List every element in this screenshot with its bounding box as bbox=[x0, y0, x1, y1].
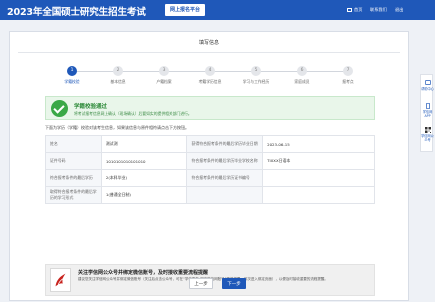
verification-hint: 下面为学历（学籍）校验对该考生信息，如果该信息与原件相符请点击下方按钮。 bbox=[45, 125, 189, 130]
step-label: 户籍档案 bbox=[156, 79, 172, 84]
success-title: 学籍校验通过 bbox=[74, 104, 108, 110]
home-icon bbox=[347, 8, 352, 12]
step-7: 7 报考点 bbox=[323, 66, 373, 85]
table-cell: 符合报考条件的最后学历 bbox=[45, 169, 102, 187]
main-panel: 填写信息 1 学籍校验 2 基本信息 3 户籍档案 4 考籍学历信息 5 学习与… bbox=[9, 31, 409, 301]
step-number: 2 bbox=[113, 66, 123, 76]
prev-button[interactable]: 上一步 bbox=[189, 278, 213, 289]
table-cell bbox=[262, 186, 375, 204]
notice-title: 关注学信网公众号并绑定微信账号，及时接收重要流程提醒 bbox=[78, 270, 209, 276]
xuexin-logo-icon bbox=[50, 268, 71, 292]
nav-logout-label: 退出 bbox=[395, 7, 404, 12]
top-header: 2023年全国硕士研究生招生考试 网上报名平台 首页 联系我们 退出 bbox=[0, 0, 435, 20]
table-cell: 获得符合报考条件的最后学历毕业日期 bbox=[186, 135, 264, 153]
panel-title: 填写信息 bbox=[198, 40, 219, 46]
help-icon bbox=[424, 80, 431, 85]
side-help-link[interactable]: 帮助中心 bbox=[421, 80, 434, 91]
side-help-label: 帮助中心 bbox=[421, 87, 434, 91]
step-number: 1 bbox=[67, 66, 77, 76]
side-app-link[interactable]: 学信网APP bbox=[421, 103, 434, 118]
side-float-bar: 帮助中心 学信网APP 学信网公众号 bbox=[420, 74, 434, 152]
table-row: 符合报考条件的最后学历 2(本科毕业) 符合报考条件的最后学历证书编号 bbox=[45, 169, 375, 187]
table-cell: 2023-06-15 bbox=[262, 135, 375, 153]
success-description: 将考试报考信息网上确认（现场确认）后要如实的提供相关部门进行。 bbox=[74, 111, 192, 116]
step-label: 学习与工作经历 bbox=[242, 79, 270, 84]
nav-logout-link[interactable]: 退出 bbox=[395, 0, 403, 20]
table-cell: TIXXX日语本 bbox=[262, 152, 375, 170]
step-3: 3 户籍档案 bbox=[139, 66, 189, 85]
step-label: 报考点 bbox=[342, 79, 354, 84]
nav-contact-link[interactable]: 联系我们 bbox=[370, 0, 387, 20]
table-cell: 2(本科毕业) bbox=[100, 169, 188, 187]
side-wechat-label: 学信网公众号 bbox=[421, 134, 434, 142]
logo-graphic bbox=[55, 273, 66, 287]
table-row: 姓名 测试测 获得符合报考条件的最后学历毕业日期 2023-06-15 bbox=[45, 135, 375, 153]
side-app-label: 学信网APP bbox=[422, 110, 433, 118]
step-6: 6 家庭成员 bbox=[277, 66, 327, 85]
student-info-table: 姓名 测试测 获得符合报考条件的最后学历毕业日期 2023-06-15 证件号码… bbox=[45, 135, 375, 204]
side-wechat-link[interactable]: 学信网公众号 bbox=[421, 127, 434, 142]
platform-badge: 网上报名平台 bbox=[165, 4, 206, 16]
table-cell bbox=[186, 186, 264, 204]
phone-icon bbox=[425, 103, 430, 109]
table-cell: 符合报考条件的最后学历毕业学校名称 bbox=[186, 152, 264, 170]
step-number: 3 bbox=[159, 66, 169, 76]
step-5: 5 学习与工作经历 bbox=[231, 66, 281, 85]
table-cell bbox=[262, 169, 375, 187]
title-divider bbox=[18, 52, 400, 53]
table-cell: 符合报考条件的最后学历证书编号 bbox=[186, 169, 264, 187]
step-label: 基本信息 bbox=[110, 79, 126, 84]
site-title: 2023年全国硕士研究生招生考试 bbox=[7, 7, 146, 18]
step-label: 家庭成员 bbox=[294, 79, 310, 84]
step-1: 1 学籍校验 bbox=[47, 66, 97, 85]
table-cell: 1(普通全日制) bbox=[100, 186, 188, 204]
step-4: 4 考籍学历信息 bbox=[185, 66, 235, 85]
step-number: 6 bbox=[297, 66, 307, 76]
nav-home-label: 首页 bbox=[354, 7, 363, 12]
nav-home-link[interactable]: 首页 bbox=[347, 0, 362, 20]
step-number: 4 bbox=[205, 66, 215, 76]
table-cell: 取得符合报考条件的最后学历的学习形式 bbox=[45, 186, 102, 204]
step-label: 考籍学历信息 bbox=[198, 79, 222, 84]
table-cell: 1010101010101010 bbox=[100, 152, 188, 170]
step-number: 5 bbox=[251, 66, 261, 76]
nav-contact-label: 联系我们 bbox=[370, 7, 387, 12]
table-row: 证件号码 1010101010101010 符合报考条件的最后学历毕业学校名称 … bbox=[45, 152, 375, 170]
table-cell: 证件号码 bbox=[45, 152, 102, 170]
verification-success-box: 学籍校验通过 将考试报考信息网上确认（现场确认）后要如实的提供相关部门进行。 bbox=[45, 96, 375, 120]
step-label: 学籍校验 bbox=[64, 79, 80, 84]
table-row: 取得符合报考条件的最后学历的学习形式 1(普通全日制) bbox=[45, 186, 375, 204]
step-number: 7 bbox=[343, 66, 353, 76]
step-2: 2 基本信息 bbox=[93, 66, 143, 85]
table-cell: 姓名 bbox=[45, 135, 102, 153]
table-cell: 测试测 bbox=[100, 135, 188, 153]
success-check-icon bbox=[51, 100, 68, 117]
qrcode-icon bbox=[424, 127, 431, 133]
next-button[interactable]: 下一步 bbox=[222, 278, 246, 289]
